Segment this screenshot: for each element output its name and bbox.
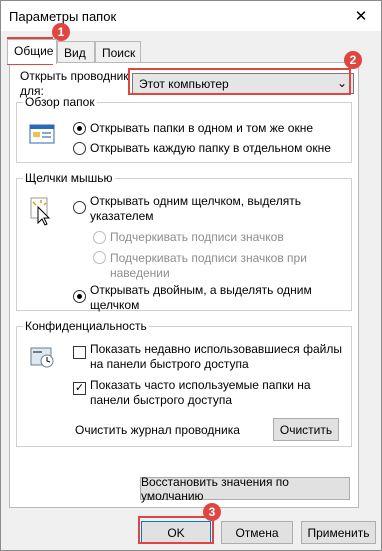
mouse-clicks-legend: Щелчки мышью: [25, 171, 113, 185]
show-frequent-folders-label[interactable]: Показать часто используемые папки на пан…: [90, 378, 345, 408]
tab-search[interactable]: Поиск: [95, 41, 141, 63]
browse-folders-legend: Обзор папок: [25, 95, 95, 109]
restore-defaults-button[interactable]: Восстановить значения по умолчанию: [140, 475, 350, 503]
dropdown-arrow-icon: ⌄: [336, 76, 347, 90]
folder-options-window: Параметры папок ✕ Общие Вид Поиск Открыт…: [0, 0, 382, 551]
marker-2-badge: 2: [344, 51, 362, 69]
underline-hover-radio[interactable]: [93, 251, 106, 264]
privacy-icon: [29, 345, 57, 374]
double-click-label[interactable]: Открывать двойным, а выделять одним щелч…: [90, 283, 350, 313]
show-frequent-folders-checkbox[interactable]: ✓: [73, 382, 86, 395]
double-click-radio[interactable]: [73, 290, 86, 303]
folder-window-icon: [29, 123, 55, 148]
single-click-radio[interactable]: [73, 201, 86, 214]
mouse-click-icon: [29, 197, 53, 230]
open-explorer-value: Этот компьютер: [139, 77, 229, 91]
marker-3-badge: 3: [203, 503, 221, 521]
separate-window-label[interactable]: Открывать каждую папку в отдельном окне: [90, 141, 350, 156]
tab-general[interactable]: Общие: [7, 39, 57, 64]
clear-history-button[interactable]: Очистить: [273, 418, 339, 441]
show-recent-files-label[interactable]: Показать недавно использовавшиеся файлы …: [90, 342, 345, 372]
separate-window-radio[interactable]: [73, 142, 86, 155]
privacy-group: Конфиденциальность Показать недавно испо…: [16, 319, 352, 447]
single-click-label[interactable]: Открывать одним щелчком, выделять указат…: [90, 194, 350, 224]
same-window-radio[interactable]: [73, 122, 86, 135]
clear-history-label: Очистить журнал проводника: [75, 423, 240, 437]
mouse-clicks-group: Щелчки мышью Открывать одним щелчком, вы…: [16, 171, 352, 313]
browse-folders-group: Обзор папок Открывать папки в одном и то…: [16, 95, 352, 163]
general-tab-panel: Открыть проводник для: Этот компьютер ⌄ …: [9, 62, 359, 508]
close-icon[interactable]: ✕: [341, 1, 381, 31]
ok-button[interactable]: OK: [141, 521, 211, 544]
privacy-legend: Конфиденциальность: [25, 319, 147, 333]
cancel-button[interactable]: Отмена: [221, 521, 293, 544]
show-recent-files-checkbox[interactable]: [73, 346, 86, 359]
underline-hover-label[interactable]: Подчеркивать подписи значков при наведен…: [110, 251, 340, 281]
underline-always-label[interactable]: Подчеркивать подписи значков: [110, 230, 340, 245]
same-window-label[interactable]: Открывать папки в одном и том же окне: [90, 121, 350, 136]
underline-always-radio[interactable]: [93, 231, 106, 244]
open-explorer-dropdown[interactable]: Этот компьютер ⌄: [132, 73, 354, 94]
tab-view[interactable]: Вид: [57, 41, 95, 63]
window-title: Параметры папок: [9, 9, 117, 24]
apply-button[interactable]: Применить: [301, 521, 376, 544]
